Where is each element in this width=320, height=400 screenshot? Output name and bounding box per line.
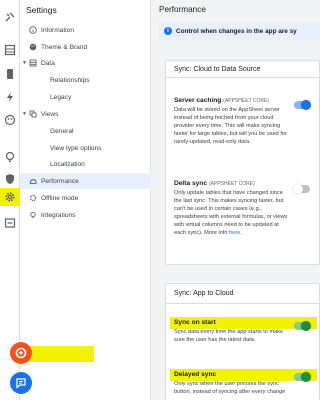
performance-highlight (26, 346, 94, 362)
toggle-knob (301, 100, 311, 110)
sidebar-item-label: Offline mode (41, 194, 79, 202)
sidebar-item-legacy[interactable]: Legacy (20, 89, 151, 105)
info-icon: i (164, 27, 172, 35)
shield-icon[interactable] (3, 172, 17, 186)
settings-panel: Settings Information Theme & Brand ▼ Dat… (20, 0, 151, 400)
bolt-icon[interactable] (3, 90, 17, 104)
server-caching-setting: Server caching (APPSHEET CORE) Data will … (174, 97, 292, 146)
gear-icon (29, 194, 37, 202)
toggle-knob (301, 321, 311, 331)
sidebar-item-label: Relationships (50, 76, 90, 84)
sidebar-item-performance[interactable]: Performance (20, 173, 151, 362)
sidebar-item-label: View type options (50, 144, 102, 152)
delayed-sync-toggle[interactable] (294, 372, 311, 382)
server-caching-toggle[interactable] (294, 100, 311, 110)
banner-text: Control when changes in the app are sy (176, 27, 297, 35)
toggle-knob (301, 372, 311, 382)
sidebar-item-label: Performance (41, 177, 79, 185)
sidebar-item-view-type-options[interactable]: View type options (20, 140, 151, 156)
card-heading: Sync: App to Cloud (166, 284, 319, 304)
sidebar-item-label: Data (41, 59, 55, 67)
support-button[interactable] (10, 342, 32, 364)
sync-cloud-card: Sync: Cloud to Data Source Server cachin… (165, 60, 320, 265)
sidebar-item-integrations[interactable]: Integrations (20, 207, 151, 223)
setting-tag: (APPSHEET CORE) (209, 181, 255, 187)
chat-icon (16, 378, 26, 389)
sidebar-item-label: Views (41, 110, 59, 118)
sidebar-item-relationships[interactable]: Relationships (20, 72, 151, 88)
setting-title: Delta sync (174, 180, 207, 187)
setting-description: Only sync when the user presses the sync… (174, 381, 286, 395)
setting-title: Delayed sync (174, 371, 217, 378)
delayed-sync-setting: Delayed sync Only sync when the user pre… (174, 371, 292, 396)
sidebar-item-localization[interactable]: Localization (20, 156, 151, 172)
delta-sync-toggle[interactable] (293, 184, 310, 194)
integrations-icon (29, 211, 37, 219)
main-content: Performance i Control when changes in th… (151, 0, 320, 400)
table-icon (29, 59, 37, 67)
sidebar-item-views[interactable]: ▼ Views (20, 106, 151, 122)
cloud-check-icon (29, 177, 37, 185)
info-banner: i Control when changes in the app are sy (159, 22, 320, 40)
toggle-knob (293, 184, 303, 194)
table-icon[interactable] (3, 43, 17, 57)
sync-app-card: Sync: App to Cloud Sync on start Sync da… (165, 283, 320, 400)
bulb-icon[interactable] (3, 150, 17, 164)
chevron-down-icon[interactable]: ▼ (22, 111, 27, 117)
icon-rail (0, 0, 20, 400)
lifebuoy-icon (15, 347, 27, 359)
views-icon (29, 110, 37, 118)
sidebar-item-label: Legacy (50, 93, 72, 101)
info-icon (29, 26, 37, 34)
setting-title: Sync on start (174, 319, 216, 326)
setting-description: Data will be stored on the AppSheet serv… (174, 107, 287, 145)
chevron-down-icon[interactable]: ▼ (22, 60, 27, 66)
paint-icon[interactable] (3, 113, 17, 127)
sidebar-item-label: Information (41, 26, 74, 34)
sidebar-item-general[interactable]: General (20, 123, 151, 139)
sync-on-start-toggle[interactable] (294, 321, 311, 331)
setting-title: Server caching (174, 97, 222, 104)
sidebar-item-label: Integrations (41, 211, 76, 219)
sidebar-item-information[interactable]: Information (20, 22, 151, 38)
apps-icon[interactable] (3, 10, 17, 24)
page-title: Performance (159, 5, 206, 14)
integrations-icon[interactable] (3, 216, 17, 230)
phone-icon[interactable] (3, 67, 17, 81)
settings-title: Settings (26, 5, 57, 15)
period: . (240, 230, 242, 236)
setting-description: Sync data every time the app starts to m… (174, 329, 284, 343)
sidebar-item-data[interactable]: ▼ Data (20, 55, 151, 71)
sidebar-item-label: General (50, 127, 74, 135)
sidebar-item-label: Localization (50, 160, 85, 168)
sidebar-item-theme[interactable]: Theme & Brand (20, 39, 151, 55)
sync-on-start-setting: Sync on start Sync data every time the a… (174, 319, 292, 344)
gear-icon[interactable] (3, 190, 17, 204)
setting-tag: (APPSHEET CORE) (223, 98, 270, 104)
sidebar-item-offline-mode[interactable]: Offline mode (20, 190, 151, 206)
delta-sync-setting: Delta sync (APPSHEET CORE) Only update ta… (174, 180, 292, 237)
more-info-link[interactable]: here (229, 230, 240, 236)
chat-button[interactable] (10, 372, 32, 394)
palette-icon (29, 43, 37, 51)
card-heading: Sync: Cloud to Data Source (166, 61, 319, 78)
sidebar-item-label: Theme & Brand (41, 43, 88, 51)
